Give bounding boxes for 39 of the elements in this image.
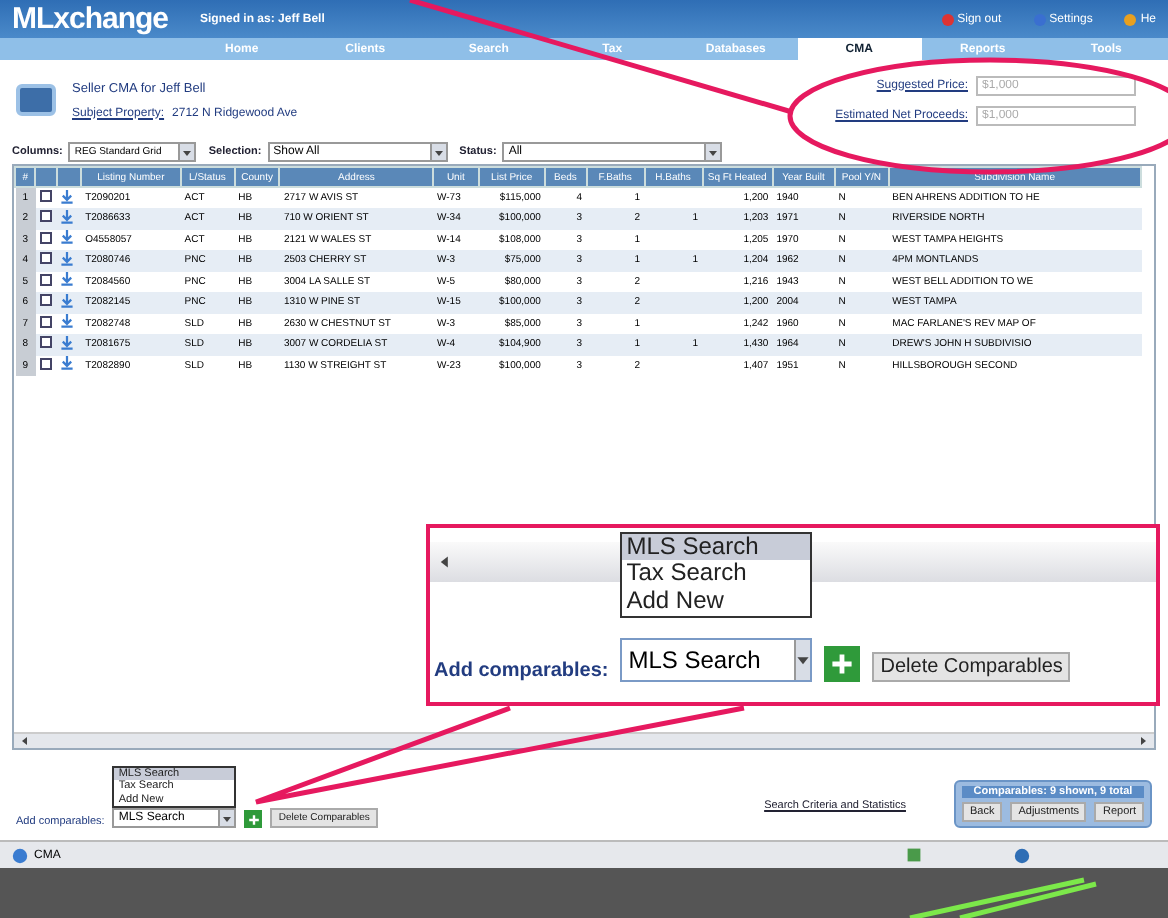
scroll-left-icon[interactable] [438, 554, 452, 570]
add-button[interactable] [244, 810, 263, 828]
download-icon[interactable] [60, 209, 75, 224]
caret-icon [708, 147, 719, 157]
row-checkbox[interactable] [39, 190, 52, 202]
row-checkbox[interactable] [39, 315, 52, 328]
row-checkbox[interactable] [39, 336, 52, 349]
download-icon[interactable] [60, 251, 75, 266]
globe-icon [1014, 847, 1030, 863]
download-icon[interactable] [60, 335, 75, 350]
page-icon [12, 847, 28, 863]
row-checkbox[interactable] [39, 294, 52, 307]
row-checkbox[interactable] [39, 273, 52, 286]
dropdown-option[interactable]: MLS Search [622, 533, 811, 561]
security-icon [906, 846, 922, 864]
add-comparables-label: Add comparables: [434, 660, 609, 682]
caret-icon [182, 147, 193, 157]
add-button[interactable] [824, 646, 861, 682]
download-icon[interactable] [60, 314, 75, 329]
caret-icon [796, 652, 811, 668]
plus-icon [830, 652, 855, 676]
row-checkbox[interactable] [39, 252, 52, 265]
logo: MLxchange [12, 2, 169, 36]
caret-icon [433, 147, 444, 157]
delete-comparables-button[interactable]: Delete Comparables [872, 652, 1071, 682]
cma-icon [16, 84, 56, 116]
download-icon[interactable] [60, 293, 75, 308]
download-icon[interactable] [60, 356, 75, 371]
row-checkbox[interactable] [39, 357, 52, 370]
download-icon[interactable] [60, 230, 75, 245]
plus-icon [247, 813, 260, 825]
caret-icon [222, 813, 233, 823]
scroll-left-icon[interactable] [20, 736, 30, 746]
comparables-select[interactable]: MLS Search [620, 638, 813, 682]
download-icon[interactable] [60, 189, 75, 203]
row-checkbox[interactable] [39, 210, 52, 223]
scroll-right-icon[interactable] [1138, 736, 1148, 746]
download-icon[interactable] [60, 272, 75, 287]
row-checkbox[interactable] [39, 231, 52, 244]
